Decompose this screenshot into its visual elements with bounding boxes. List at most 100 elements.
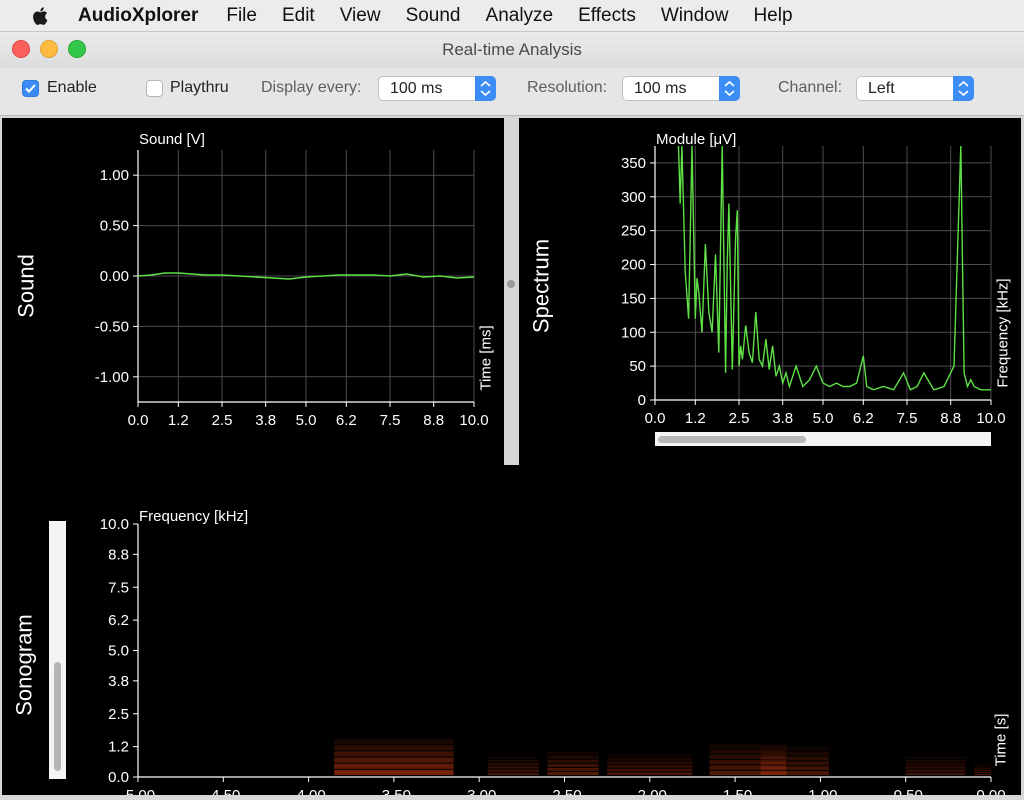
sonogram-energy-band (487, 756, 539, 759)
sonogram-x-tick-label: -2.50 (547, 787, 581, 795)
sonogram-energy-band (760, 771, 829, 775)
sonogram-energy-band (905, 759, 966, 763)
sonogram-energy-band (547, 759, 599, 763)
sonogram-energy-band (607, 757, 693, 761)
sonogram-energy-band (487, 772, 539, 775)
sonogram-panel-title: Sonogram (12, 614, 37, 716)
spectrum-panel[interactable]: Spectrum Module [μV] Frequency [kHz] 0.0… (519, 118, 1021, 480)
menu-window[interactable]: Window (661, 5, 729, 27)
sound-chart[interactable]: Sound Sound [V] Time [ms] 0.0 1.2 2.5 3.8 5.… (2, 118, 504, 480)
sonogram-energy-band (760, 746, 829, 751)
spectrum-y-axis-label: Module [μV] (656, 131, 736, 148)
resolution-select[interactable]: 100 ms (622, 76, 740, 101)
enable-label[interactable]: Enable (47, 79, 97, 97)
spectrum-x-tick-label: 1.2 (685, 410, 706, 427)
sonogram-energy-band (905, 763, 966, 766)
spectrum-x-tick-label: 7.5 (897, 410, 918, 427)
menu-help[interactable]: Help (753, 5, 792, 27)
sound-panel[interactable]: Sound Sound [V] Time [ms] 0.0 1.2 2.5 3.8 5.… (2, 118, 504, 480)
sonogram-level-thumb[interactable] (54, 662, 61, 771)
spectrum-y-tick-label: 250 (621, 223, 646, 240)
apple-logo-icon[interactable] (30, 5, 52, 27)
sound-panel-title: Sound (14, 254, 39, 318)
display-every-select[interactable]: 100 ms (378, 76, 496, 101)
sonogram-x-tick-label: -4.50 (206, 787, 240, 795)
sonogram-x-axis-label: Time [s] (993, 714, 1010, 767)
menu-bar: AudioXplorer File Edit View Sound Analyz… (0, 0, 1024, 32)
sonogram-energy-band (760, 761, 829, 766)
sonogram-energy-band (334, 763, 454, 769)
resolution-stepper-icon[interactable] (719, 76, 740, 101)
spectrum-x-tick-label: 10.0 (976, 410, 1005, 427)
sonogram-energy-band (973, 768, 991, 770)
spectrum-x-tick-label: 2.5 (729, 410, 750, 427)
sound-x-tick-label: 5.0 (296, 412, 317, 429)
spectrum-x-tick-label: 6.2 (853, 410, 874, 427)
menu-effects[interactable]: Effects (578, 5, 636, 27)
enable-checkbox[interactable] (22, 80, 39, 97)
spectrum-x-axis-label: Frequency [kHz] (995, 278, 1012, 387)
sonogram-x-tick-label: -3.50 (377, 787, 411, 795)
sonogram-energy-band (905, 769, 966, 772)
sonogram-y-tick-label: 6.2 (108, 612, 129, 629)
channel-stepper-icon[interactable] (953, 76, 974, 101)
sound-x-tick-label: 3.8 (255, 412, 276, 429)
menu-sound[interactable]: Sound (406, 5, 461, 27)
spectrum-x-tick-label: 3.8 (772, 410, 793, 427)
sound-x-tick-label: 0.0 (128, 412, 149, 429)
menu-app-name[interactable]: AudioXplorer (78, 5, 198, 27)
spectrum-scrollbar-thumb[interactable] (658, 436, 806, 443)
spectrum-trace (677, 146, 991, 391)
sonogram-y-tick-label: 10.0 (100, 516, 129, 533)
menu-view[interactable]: View (340, 5, 381, 27)
sonogram-y-tick-label: 7.5 (108, 579, 129, 596)
menu-edit[interactable]: Edit (282, 5, 315, 27)
sonogram-energy-band (334, 745, 454, 751)
checkmark-icon (25, 84, 36, 93)
window-titlebar[interactable]: Real-time Analysis (0, 32, 1024, 68)
sound-y-tick-label: 0.50 (100, 218, 129, 235)
playthru-checkbox[interactable] (146, 80, 163, 97)
menu-analyze[interactable]: Analyze (486, 5, 554, 27)
channel-label: Channel: (778, 79, 843, 96)
sound-y-tick-label: -0.50 (95, 318, 129, 335)
menu-file[interactable]: File (226, 5, 257, 27)
spectrum-y-tick-label: 300 (621, 189, 646, 206)
sound-x-tick-label: 2.5 (212, 412, 233, 429)
sonogram-energy-band (607, 765, 693, 768)
sound-y-tick-label: 1.00 (100, 167, 129, 184)
display-every-value: 100 ms (390, 80, 443, 97)
display-every-stepper-icon[interactable] (475, 76, 496, 101)
sonogram-y-tick-label: 0.0 (108, 769, 129, 786)
sonogram-chart[interactable]: Sonogram Frequency [kHz] Time [s] -5.00 -… (2, 465, 1021, 800)
sonogram-energy-band (334, 769, 454, 775)
sonogram-energy-band (607, 761, 693, 765)
sonogram-y-tick-label: 3.8 (108, 673, 129, 690)
playthru-label[interactable]: Playthru (170, 79, 229, 97)
vertical-split-handle[interactable] (507, 280, 515, 288)
sonogram-energy-band (334, 757, 454, 763)
channel-select[interactable]: Left (856, 76, 974, 101)
sonogram-y-tick-label: 8.8 (108, 546, 129, 563)
sonogram-energy-band (334, 739, 454, 745)
sonogram-panel[interactable]: Sonogram Frequency [kHz] Time [s] -5.00 -… (2, 465, 1021, 800)
sonogram-y-axis-label: Frequency [kHz] (139, 508, 248, 525)
sonogram-x-tick-label: -0.50 (889, 787, 923, 795)
spectrum-y-tick-label: 200 (621, 257, 646, 274)
sound-x-tick-label: 10.0 (459, 412, 488, 429)
resolution-value: 100 ms (634, 80, 687, 97)
sonogram-energy-band (607, 768, 693, 772)
sonogram-energy-band (760, 766, 829, 771)
spectrum-chart[interactable]: Spectrum Module [μV] Frequency [kHz] 0.0… (519, 118, 1021, 480)
sonogram-energy-band (973, 766, 991, 768)
sonogram-energy-band (973, 774, 991, 776)
sound-x-tick-label: 8.8 (423, 412, 444, 429)
spectrum-panel-title: Spectrum (529, 239, 554, 333)
sonogram-energy-band (547, 763, 599, 767)
sonogram-energy-band (905, 766, 966, 769)
sonogram-energy-band (973, 772, 991, 774)
sonogram-energy-band (905, 772, 966, 775)
channel-value: Left (868, 80, 895, 97)
spectrum-x-tick-label: 8.8 (940, 410, 961, 427)
analysis-window: Real-time Analysis Enable Playthru Displ… (0, 32, 1024, 800)
